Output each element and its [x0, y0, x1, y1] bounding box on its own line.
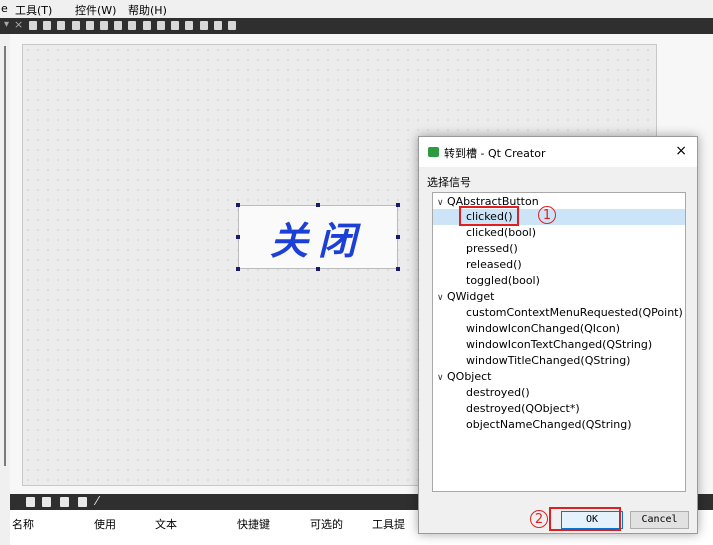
column-header[interactable]: 可选的 [310, 516, 343, 532]
signal-group-label: 选择信号 [427, 176, 471, 189]
resize-handle[interactable] [396, 235, 400, 239]
menu-item-partial[interactable]: e [1, 2, 8, 15]
tree-item[interactable]: pressed() [466, 241, 518, 257]
toolbar-icon[interactable] [72, 21, 80, 30]
toolbar-icon[interactable] [100, 21, 108, 30]
splitter-line [4, 46, 6, 466]
tree-item[interactable]: objectNameChanged(QString) [466, 417, 632, 433]
tree-item[interactable]: clicked(bool) [466, 225, 536, 241]
tree-item[interactable]: windowIconChanged(QIcon) [466, 321, 620, 337]
tree-item[interactable]: windowIconTextChanged(QString) [466, 337, 652, 353]
menu-item-widgets[interactable]: 控件(W) [75, 2, 116, 18]
toolbar-icon[interactable] [29, 21, 37, 30]
close-icon[interactable]: × [14, 18, 23, 31]
tree-item[interactable]: customContextMenuRequested(QPoint) [466, 305, 683, 321]
left-splitter[interactable] [0, 34, 10, 494]
toolbar-icon[interactable] [185, 21, 193, 30]
toolbar-icon[interactable] [86, 21, 94, 30]
chevron-down-icon[interactable]: ∨ [437, 290, 447, 306]
toolbar-icon[interactable] [157, 21, 165, 30]
toolbar-icon[interactable] [200, 21, 208, 30]
tree-item[interactable]: windowTitleChanged(QString) [466, 353, 630, 369]
menu-bar: e 工具(T) 控件(W) 帮助(H) [0, 0, 713, 18]
go-to-slot-dialog: 转到槽 - Qt Creator × 选择信号 ∨ QAbstractButton… [418, 136, 698, 534]
resize-handle[interactable] [236, 267, 240, 271]
resize-handle[interactable] [316, 203, 320, 207]
cancel-button[interactable]: Cancel [630, 511, 689, 529]
toolbar-icon[interactable] [43, 21, 51, 30]
menu-item-help[interactable]: 帮助(H) [128, 2, 167, 18]
tree-item-label: QObject [447, 370, 492, 383]
resize-handle[interactable] [316, 267, 320, 271]
qt-creator-icon [428, 147, 439, 157]
highlight-box-ok [549, 507, 621, 531]
delete-icon[interactable] [78, 497, 87, 507]
column-header[interactable]: 快捷键 [237, 516, 270, 532]
tree-item[interactable]: released() [466, 257, 522, 273]
push-button-close[interactable]: 关闭 [238, 205, 398, 269]
column-header[interactable]: 使用 [94, 516, 116, 532]
tree-group-qwidget[interactable]: ∨ QWidget [437, 289, 494, 305]
signal-tree[interactable]: ∨ QAbstractButton clicked() clicked(bool)… [432, 192, 686, 492]
tree-item[interactable]: destroyed() [466, 385, 530, 401]
paste-icon[interactable] [60, 497, 69, 507]
chevron-down-icon[interactable]: ▾ [4, 19, 9, 30]
close-icon[interactable]: × [675, 143, 687, 159]
toolbar-icon[interactable] [57, 21, 65, 30]
toolbar-icon[interactable] [214, 21, 222, 30]
resize-handle[interactable] [396, 267, 400, 271]
tree-item[interactable]: toggled(bool) [466, 273, 540, 289]
configure-icon[interactable]: ⁄ [96, 494, 98, 508]
step-marker-1: 1 [538, 206, 556, 224]
chevron-down-icon[interactable]: ∨ [437, 370, 447, 386]
column-header[interactable]: 工具提 [372, 516, 405, 532]
column-header[interactable]: 名称 [12, 516, 34, 532]
step-marker-2: 2 [530, 510, 548, 528]
copy-icon[interactable] [42, 497, 51, 507]
tree-group-qobject[interactable]: ∨ QObject [437, 369, 491, 385]
menu-item-tools[interactable]: 工具(T) [15, 2, 52, 18]
dialog-title: 转到槽 - Qt Creator [444, 147, 546, 160]
tree-item-label: QWidget [447, 290, 495, 303]
form-editor-toolbar: ▾ × [0, 18, 713, 34]
resize-handle[interactable] [396, 203, 400, 207]
toolbar-icon[interactable] [143, 21, 151, 30]
toolbar-icon[interactable] [228, 21, 236, 30]
tree-item[interactable]: destroyed(QObject*) [466, 401, 580, 417]
dialog-title-bar: 转到槽 - Qt Creator × [419, 137, 697, 167]
toolbar-icon[interactable] [171, 21, 179, 30]
push-button-text: 关闭 [269, 217, 366, 263]
new-action-icon[interactable] [26, 497, 35, 507]
highlight-box-clicked [459, 206, 519, 226]
resize-handle[interactable] [236, 203, 240, 207]
toolbar-icon[interactable] [128, 21, 136, 30]
toolbar-icon[interactable] [114, 21, 122, 30]
column-header[interactable]: 文本 [155, 516, 177, 532]
resize-handle[interactable] [236, 235, 240, 239]
